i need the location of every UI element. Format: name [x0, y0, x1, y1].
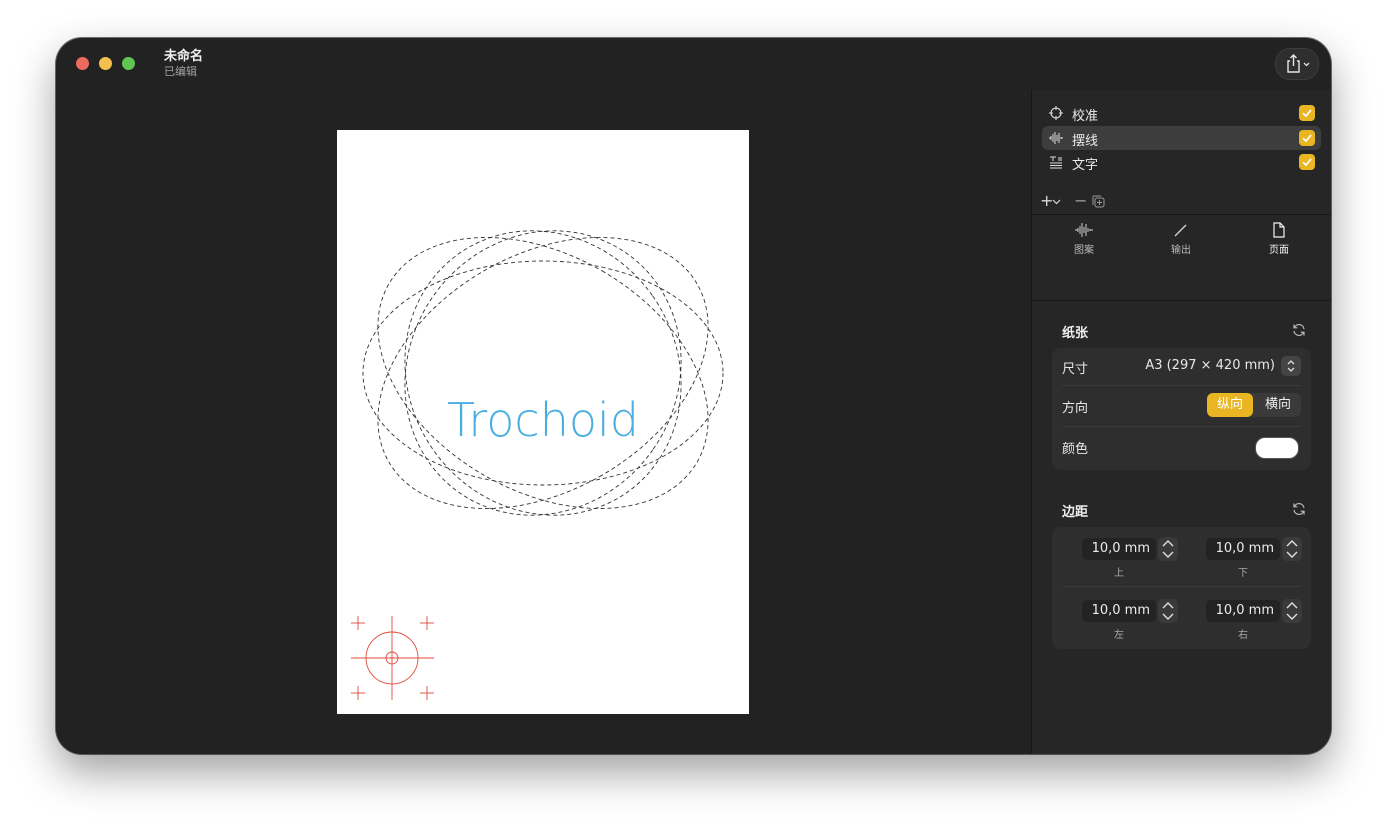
layer-visibility-checkbox[interactable] — [1299, 130, 1315, 146]
document-title: 未命名 — [164, 49, 204, 64]
layer-item-text[interactable]: 文字 — [1042, 150, 1321, 174]
page-icon — [1273, 222, 1285, 238]
share-icon — [1287, 54, 1310, 73]
layer-toolbar: + − — [1038, 191, 1118, 210]
tab-label: 图案 — [1074, 245, 1094, 256]
margin-bottom-field[interactable]: 10,0 mm — [1206, 538, 1280, 560]
layer-visibility-checkbox[interactable] — [1299, 105, 1315, 121]
close-window-button[interactable] — [76, 57, 89, 70]
margin-left-caption: 左 — [1114, 630, 1124, 641]
add-layer-button[interactable]: + — [1038, 191, 1064, 210]
margin-right-field[interactable]: 10,0 mm — [1206, 600, 1280, 622]
tab-pattern[interactable]: 图案 — [1049, 222, 1119, 264]
duplicate-layer-button[interactable] — [1090, 194, 1108, 210]
duplicate-icon — [1092, 195, 1105, 208]
margin-top-caption: 上 — [1114, 568, 1124, 579]
reset-paper-button[interactable] — [1291, 322, 1307, 338]
margin-settings-group: 10,0 mm 上 10,0 mm 下 10,0 mm 左 10,0 mm 右 — [1052, 527, 1311, 649]
orientation-label: 方向 — [1062, 401, 1089, 416]
row-divider — [1062, 426, 1301, 427]
paper-settings-group: 尺寸 A3 (297 × 420 mm) 方向 纵向 横向 颜色 — [1052, 348, 1311, 470]
reset-margin-button[interactable] — [1291, 501, 1307, 517]
divider — [1032, 300, 1331, 301]
trochoid-drawing: Trochoid — [351, 230, 724, 700]
orientation-landscape-button[interactable]: 横向 — [1255, 393, 1301, 417]
up-down-chevron-icon — [1162, 540, 1174, 558]
color-label: 颜色 — [1062, 442, 1089, 457]
checkmark-icon — [1302, 134, 1312, 143]
remove-layer-button[interactable]: − — [1072, 191, 1088, 210]
margin-bottom-caption: 下 — [1238, 568, 1248, 579]
paper-color-well[interactable] — [1255, 437, 1299, 459]
tab-label: 输出 — [1171, 245, 1191, 256]
up-down-chevron-icon — [1286, 602, 1298, 620]
up-down-chevron-icon — [1162, 602, 1174, 620]
minus-icon: − — [1074, 191, 1088, 210]
margin-top-field[interactable]: 10,0 mm — [1082, 538, 1156, 560]
trochoid-curve — [362, 230, 724, 516]
margin-left-field[interactable]: 10,0 mm — [1082, 600, 1156, 622]
calibration-mark — [351, 616, 434, 700]
layer-label: 摆线 — [1072, 134, 1099, 149]
crosshair-icon — [1049, 106, 1063, 120]
layer-label: 校准 — [1072, 109, 1099, 124]
share-button[interactable] — [1275, 48, 1319, 80]
up-down-chevron-icon — [1286, 540, 1298, 558]
inspector-sidebar: 校准 摆线 文字 + − 图案 输出 页面 纸张 尺寸 A3 (297 × 42… — [1031, 90, 1331, 754]
zoom-window-button[interactable] — [122, 57, 135, 70]
app-window: 未命名 已编辑 Trochoid 校准 摆线 文字 + − 图案 输出 页面 纸… — [56, 38, 1331, 754]
orientation-portrait-button[interactable]: 纵向 — [1207, 393, 1253, 417]
row-divider — [1062, 385, 1301, 386]
chevron-down-icon — [1052, 199, 1061, 205]
up-down-chevron-icon — [1287, 360, 1295, 372]
layer-visibility-checkbox[interactable] — [1299, 154, 1315, 170]
divider — [1032, 214, 1331, 215]
layer-label: 文字 — [1072, 158, 1099, 173]
margin-section-title: 边距 — [1062, 505, 1089, 520]
margin-right-caption: 右 — [1238, 630, 1248, 641]
paper-size-value[interactable]: A3 (297 × 420 mm) — [1145, 358, 1275, 373]
paper-section-title: 纸张 — [1062, 326, 1089, 341]
checkmark-icon — [1302, 158, 1312, 167]
minimize-window-button[interactable] — [99, 57, 112, 70]
layer-item-trochoid[interactable]: 摆线 — [1042, 126, 1321, 150]
margin-right-stepper[interactable] — [1282, 599, 1302, 623]
tab-output[interactable]: 输出 — [1146, 222, 1216, 264]
document-status: 已编辑 — [164, 65, 197, 78]
title-bar: 未命名 已编辑 — [56, 38, 1331, 90]
tab-page[interactable]: 页面 — [1244, 222, 1314, 264]
pen-icon — [1174, 224, 1187, 237]
layer-item-calibration[interactable]: 校准 — [1042, 101, 1321, 125]
orientation-segmented-control: 纵向 横向 — [1207, 393, 1301, 417]
row-divider — [1062, 586, 1301, 587]
canvas-area[interactable]: Trochoid — [56, 90, 1030, 754]
paper-size-popup-button[interactable] — [1281, 356, 1301, 376]
size-label: 尺寸 — [1062, 362, 1089, 377]
document-title-block[interactable]: 未命名 已编辑 — [164, 49, 203, 78]
paper-preview[interactable]: Trochoid — [337, 130, 749, 714]
trochoid-title-text: Trochoid — [447, 393, 639, 447]
checkmark-icon — [1302, 109, 1312, 118]
margin-top-stepper[interactable] — [1158, 537, 1178, 561]
tab-label: 页面 — [1269, 245, 1289, 256]
margin-left-stepper[interactable] — [1158, 599, 1178, 623]
waveform-icon — [1075, 223, 1093, 237]
margin-bottom-stepper[interactable] — [1282, 537, 1302, 561]
waveform-icon — [1049, 132, 1063, 144]
chevron-down-icon — [1303, 62, 1310, 67]
text-format-icon — [1050, 156, 1062, 169]
